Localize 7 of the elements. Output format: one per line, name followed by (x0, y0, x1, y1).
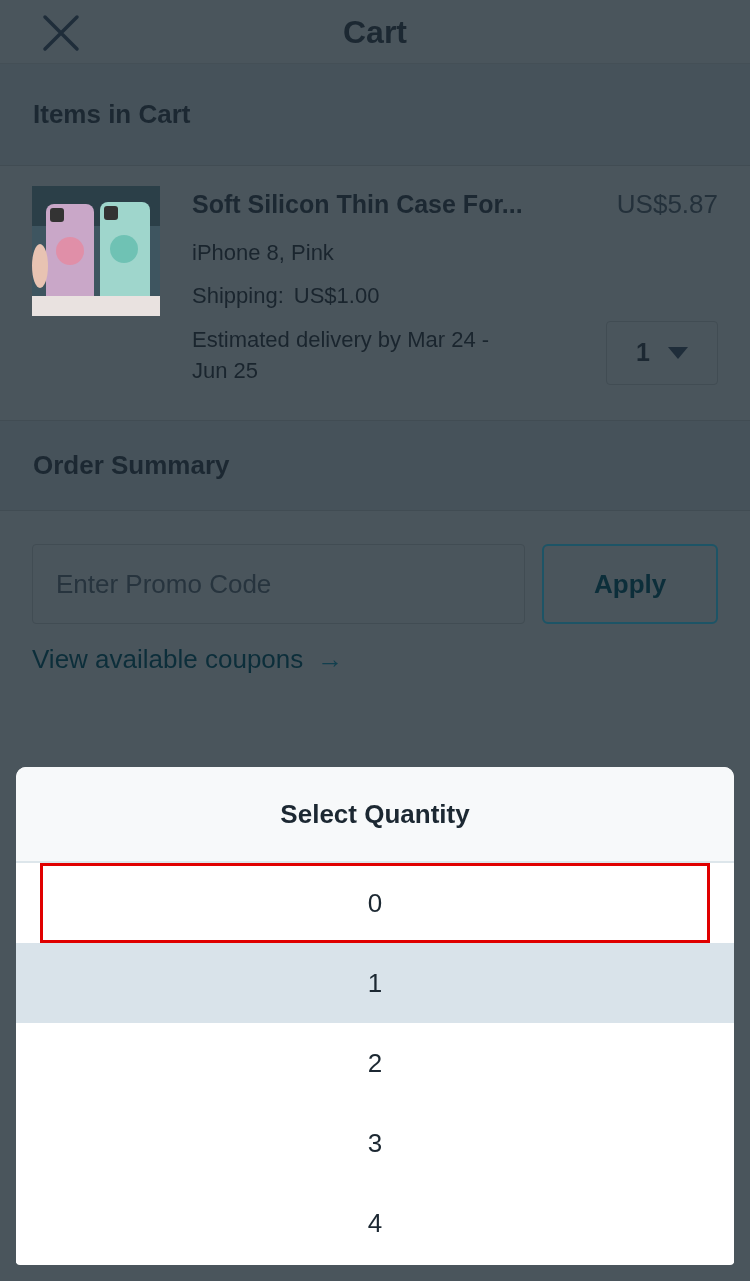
caret-icon (667, 347, 688, 359)
quantity-option[interactable]: 0 (40, 863, 710, 943)
close-button[interactable] (42, 14, 80, 52)
sheet-title: Select Quantity (280, 797, 470, 831)
quantity-option[interactable]: 1 (16, 943, 734, 1023)
close-icon (42, 14, 80, 52)
arrow-icon: → (317, 640, 344, 679)
